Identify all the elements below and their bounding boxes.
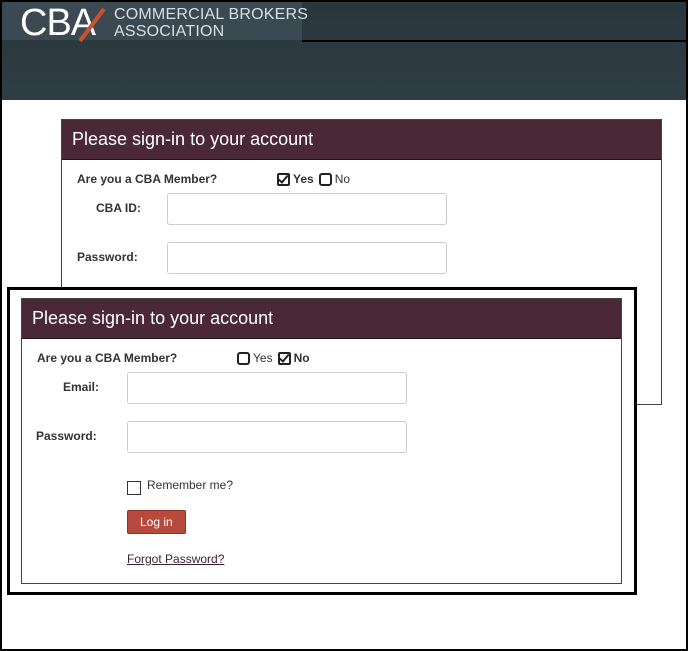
cba-id-input[interactable] xyxy=(167,193,447,225)
login-button[interactable]: Log in xyxy=(127,510,186,534)
remember-me-checkbox[interactable] xyxy=(127,481,141,495)
no-radio[interactable] xyxy=(277,351,291,365)
forgot-password-link[interactable]: Forgot Password? xyxy=(127,552,224,566)
member-question: Are you a CBA Member? xyxy=(37,351,178,365)
member-question: Are you a CBA Member? xyxy=(77,172,218,186)
yes-label: Yes xyxy=(293,172,314,186)
no-label: No xyxy=(334,172,351,186)
member-radio-group: Yes No xyxy=(277,172,352,186)
no-label: No xyxy=(293,351,310,365)
cba-logo[interactable]: CBA COMMERCIAL BROKERS ASSOCIATION xyxy=(20,3,308,43)
email-label: Email: xyxy=(63,380,100,394)
email-input[interactable] xyxy=(127,372,407,404)
password-input[interactable] xyxy=(127,421,407,453)
password-label: Password: xyxy=(77,250,138,264)
logo-line-1: COMMERCIAL BROKERS xyxy=(114,6,309,23)
password-input[interactable] xyxy=(167,242,447,274)
panel-title: Please sign-in to your account xyxy=(62,120,661,160)
cba-id-label: CBA ID: xyxy=(96,201,141,215)
header-divider xyxy=(302,40,686,42)
panel-title: Please sign-in to your account xyxy=(22,299,621,339)
no-radio[interactable] xyxy=(318,172,332,186)
yes-radio[interactable] xyxy=(237,351,250,365)
yes-radio[interactable] xyxy=(277,172,290,186)
logo-slash-icon xyxy=(78,7,106,43)
logo-wordmark: COMMERCIAL BROKERS ASSOCIATION xyxy=(114,6,308,40)
logo-line-2: ASSOCIATION xyxy=(114,23,225,40)
logo-mark: CBA xyxy=(20,3,106,43)
remember-me-label[interactable]: Remember me? xyxy=(147,478,233,492)
yes-label: Yes xyxy=(253,351,273,365)
member-radio-group: Yes No xyxy=(237,351,312,365)
password-label: Password: xyxy=(36,429,97,443)
